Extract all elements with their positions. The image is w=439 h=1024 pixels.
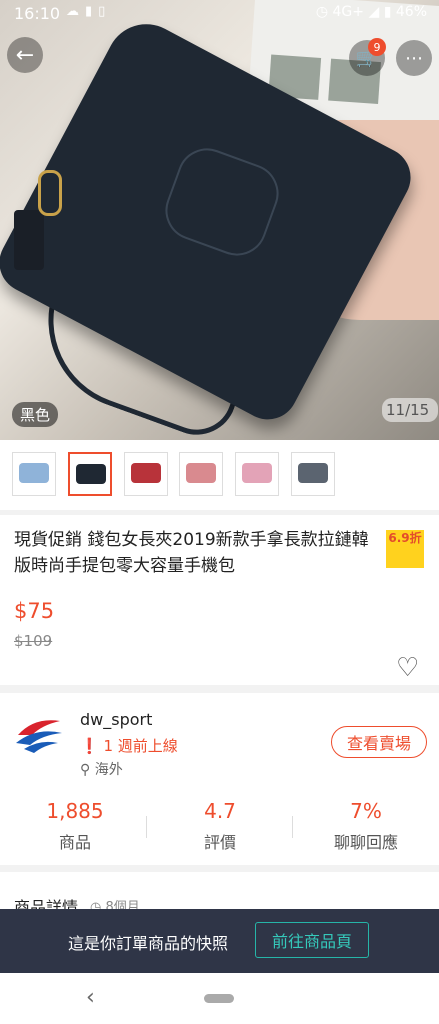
thumbnail-swatch — [298, 463, 328, 483]
stat-chat-response[interactable]: 7% 聊聊回應 — [293, 799, 439, 853]
battery-icon: ▮ — [383, 4, 392, 20]
variant-label: 黑色 — [12, 402, 59, 427]
nav-back-button[interactable]: ‹ — [86, 985, 95, 1010]
thumbnail-swatch — [131, 463, 161, 483]
thumbnail-6[interactable] — [291, 452, 335, 496]
like-button[interactable]: ♡ — [396, 655, 419, 681]
online-status-text: 1 週前上線 — [103, 737, 178, 755]
status-bar: 16:10 ☁▮▯ ◷ 4G+ ◢ ▮ 46% — [0, 0, 439, 28]
thumbnail-3[interactable] — [124, 452, 168, 496]
shop-section: dw_sport ❗ 1 週前上線 ⚲ 海外 查看賣場 1,885 商品 4.7… — [0, 693, 439, 865]
snapshot-bar: 這是你訂單商品的快照 前往商品頁 — [0, 909, 439, 973]
notification-icons: ☁▮▯ — [66, 4, 112, 19]
product-info: 現貨促銷 錢包女長夾2019新款手拿長款拉鏈韓版時尚手提包零大容量手機包 6.9… — [0, 515, 439, 685]
original-price: $109 — [14, 632, 53, 650]
stat-label: 評價 — [203, 833, 236, 852]
cart-badge: 9 — [368, 38, 386, 56]
thumbnail-swatch — [19, 463, 49, 483]
thumbnail-strip — [0, 440, 439, 510]
stat-value: 7% — [350, 799, 382, 823]
thumbnail-2[interactable] — [68, 452, 112, 496]
thumbnail-swatch — [76, 464, 106, 484]
thumbnail-5[interactable] — [235, 452, 279, 496]
more-icon: ⋯ — [405, 47, 423, 69]
stat-label: 聊聊回應 — [333, 833, 398, 852]
home-pill[interactable] — [204, 994, 234, 1003]
signal-icon: ◢ — [368, 4, 380, 20]
stat-rating[interactable]: 4.7 評價 — [147, 799, 293, 853]
zipper-ring — [38, 170, 62, 216]
view-shop-button[interactable]: 查看賣場 — [331, 726, 427, 758]
stat-products[interactable]: 1,885 商品 — [2, 799, 148, 853]
snapshot-message: 這是你訂單商品的快照 — [68, 934, 229, 953]
system-nav-bar: ‹ — [0, 973, 439, 1024]
stat-label: 商品 — [58, 833, 91, 852]
product-title: 現貨促銷 錢包女長夾2019新款手拿長款拉鏈韓版時尚手提包零大容量手機包 — [14, 530, 369, 576]
shop-location: ⚲ 海外 — [80, 759, 123, 779]
status-right: ◷ 4G+ ◢ ▮ 46% — [316, 4, 427, 20]
chevron-left-icon: ‹ — [86, 985, 95, 1010]
alarm-icon: ◷ — [315, 4, 329, 20]
go-to-product-button[interactable]: 前往商品頁 — [255, 922, 369, 958]
image-counter: 11/15 — [382, 398, 438, 422]
thumbnail-4[interactable] — [179, 452, 223, 496]
heart-icon: ♡ — [396, 653, 420, 683]
battery-level: 46% — [395, 4, 427, 20]
price: $75 — [14, 599, 55, 623]
alert-icon: ❗ — [80, 737, 99, 755]
more-button[interactable]: ⋯ — [396, 40, 432, 76]
network-label: 4G+ — [332, 4, 365, 20]
stat-value: 1,885 — [46, 799, 104, 823]
shop-logo[interactable] — [14, 713, 64, 757]
location-pin-icon: ⚲ — [80, 762, 91, 778]
thumbnail-1[interactable] — [12, 452, 56, 496]
thumbnail-swatch — [242, 463, 272, 483]
stat-value: 4.7 — [204, 799, 236, 823]
thumbnail-swatch — [186, 463, 216, 483]
online-status: ❗ 1 週前上線 — [80, 735, 178, 756]
tassel — [14, 210, 44, 270]
arrow-left-icon: ← — [15, 42, 35, 68]
back-button[interactable]: ← — [7, 37, 43, 73]
status-time: 16:10 — [14, 4, 61, 23]
shop-name[interactable]: dw_sport — [80, 710, 152, 729]
discount-badge: 6.9折 — [386, 530, 424, 568]
location-text: 海外 — [94, 762, 123, 778]
